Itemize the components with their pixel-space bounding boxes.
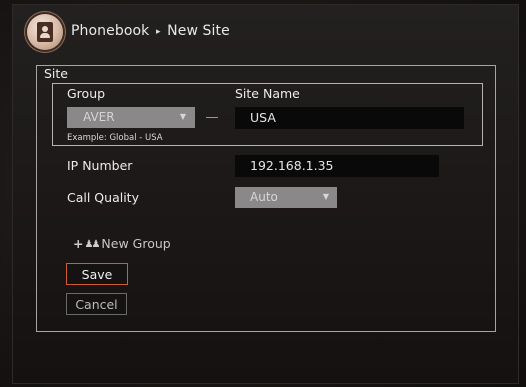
cancel-button[interactable]: Cancel (66, 293, 127, 315)
site-name-label: Site Name (235, 86, 300, 101)
group-example-hint: Example: Global - USA (67, 133, 163, 143)
call-quality-select[interactable]: Auto ▼ (235, 187, 337, 208)
save-button[interactable]: Save (66, 263, 128, 285)
chevron-down-icon: ▼ (179, 112, 186, 121)
group-label: Group (67, 86, 106, 101)
phonebook-contact-icon (27, 14, 63, 50)
breadcrumb-arrow-icon: ▸ (155, 27, 161, 37)
site-section-legend: Site (44, 66, 68, 81)
group-select[interactable]: AVER ▼ (67, 107, 195, 128)
breadcrumb-new-site: New Site (167, 23, 230, 39)
ip-number-label: IP Number (67, 158, 133, 173)
new-group-label: New Group (101, 236, 171, 251)
ip-number-value: 192.168.1.35 (250, 158, 334, 173)
call-quality-value: Auto (250, 190, 278, 204)
site-name-value: USA (250, 110, 276, 125)
separator-dash (206, 117, 218, 118)
group-select-value: AVER (83, 110, 115, 124)
add-group-icon: ♟♟ (84, 239, 100, 250)
site-name-input[interactable]: USA (235, 107, 464, 129)
new-group-button[interactable]: +♟♟ New Group (73, 236, 171, 251)
page-title: Phonebook ▸ New Site (71, 23, 230, 39)
ip-number-input[interactable]: 192.168.1.35 (235, 155, 439, 177)
breadcrumb-phonebook: Phonebook (71, 23, 150, 39)
plus-icon: + (73, 236, 84, 251)
call-quality-label: Call Quality (67, 190, 139, 205)
contact-book-glyph (37, 22, 53, 42)
chevron-down-icon: ▼ (322, 192, 329, 201)
